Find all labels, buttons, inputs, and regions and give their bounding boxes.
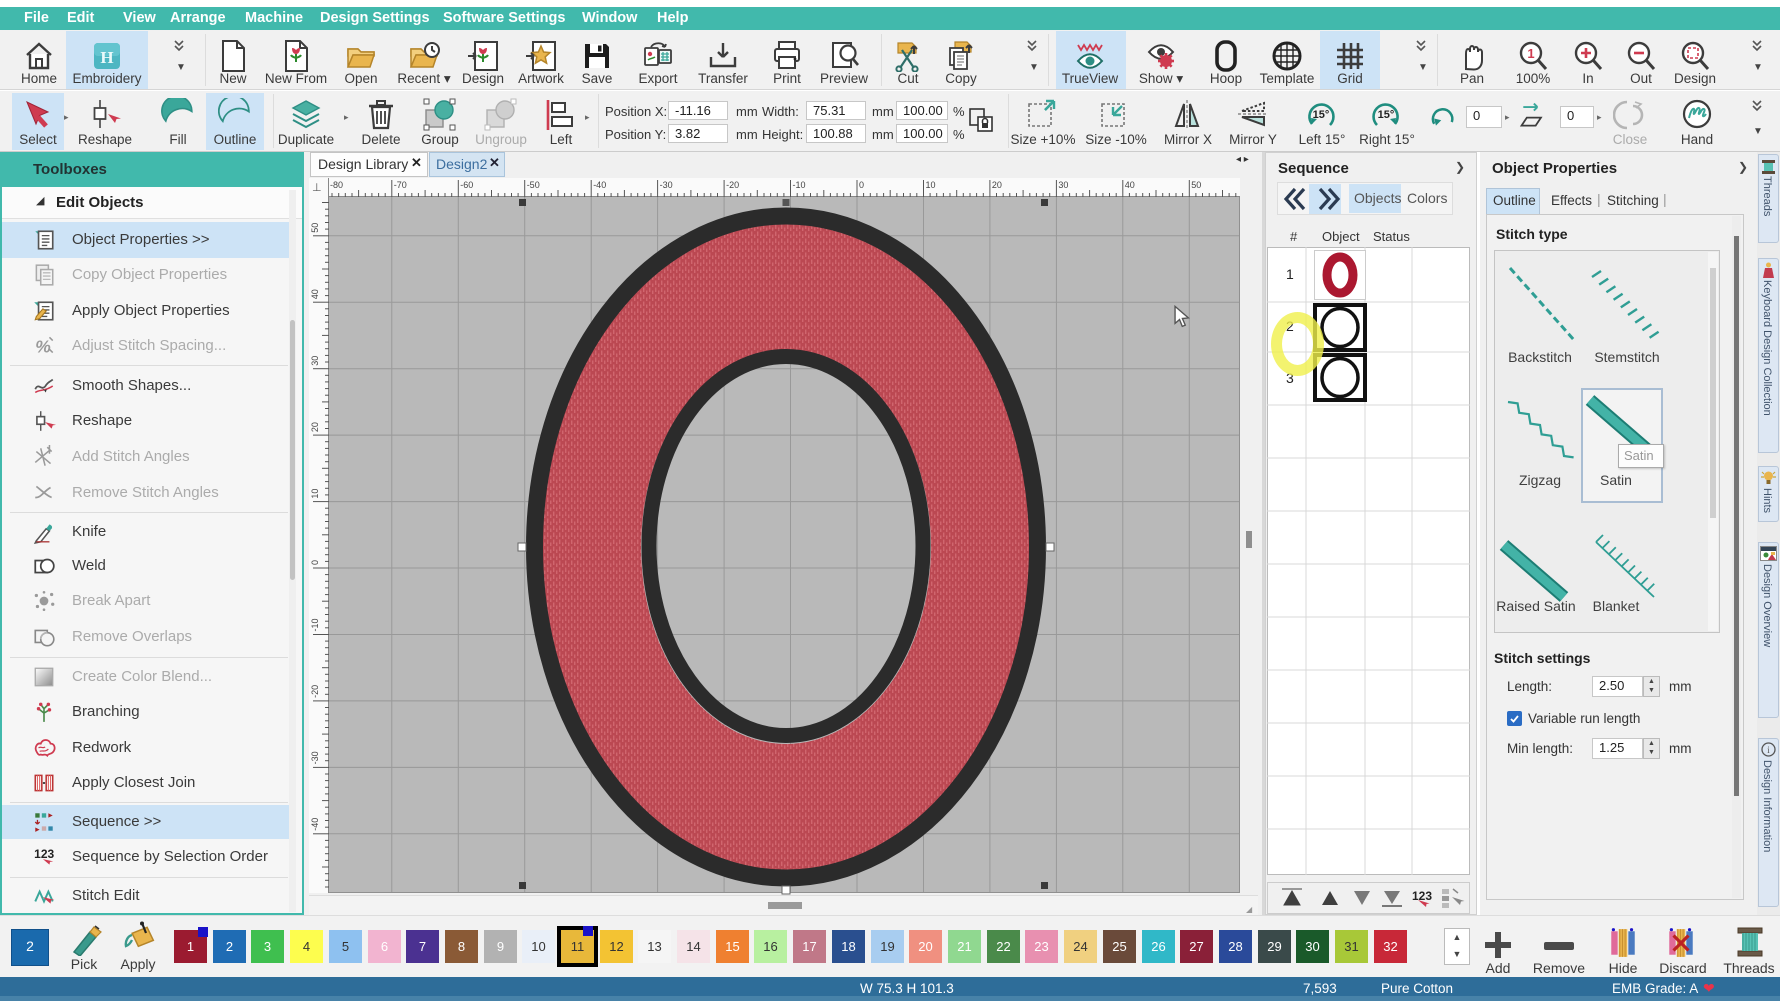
- svg-text:i: i: [1767, 745, 1770, 755]
